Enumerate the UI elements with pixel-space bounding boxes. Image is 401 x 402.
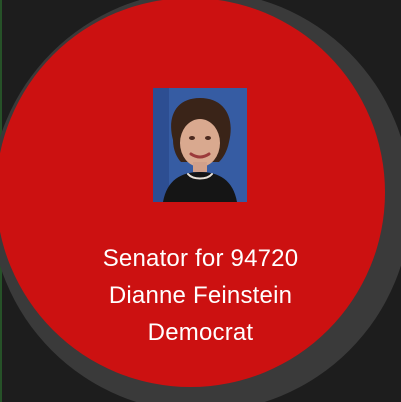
- senator-portrait: [153, 88, 247, 202]
- senator-name: Dianne Feinstein: [108, 282, 293, 309]
- watch-screen: Senator for 94720 Dianne Feinstein Democ…: [0, 0, 401, 402]
- senator-title: Senator for 94720: [102, 245, 299, 272]
- senator-party: Democrat: [147, 319, 254, 346]
- portrait-image: [153, 88, 247, 202]
- senator-info: Senator for 94720 Dianne Feinstein Democ…: [0, 240, 401, 351]
